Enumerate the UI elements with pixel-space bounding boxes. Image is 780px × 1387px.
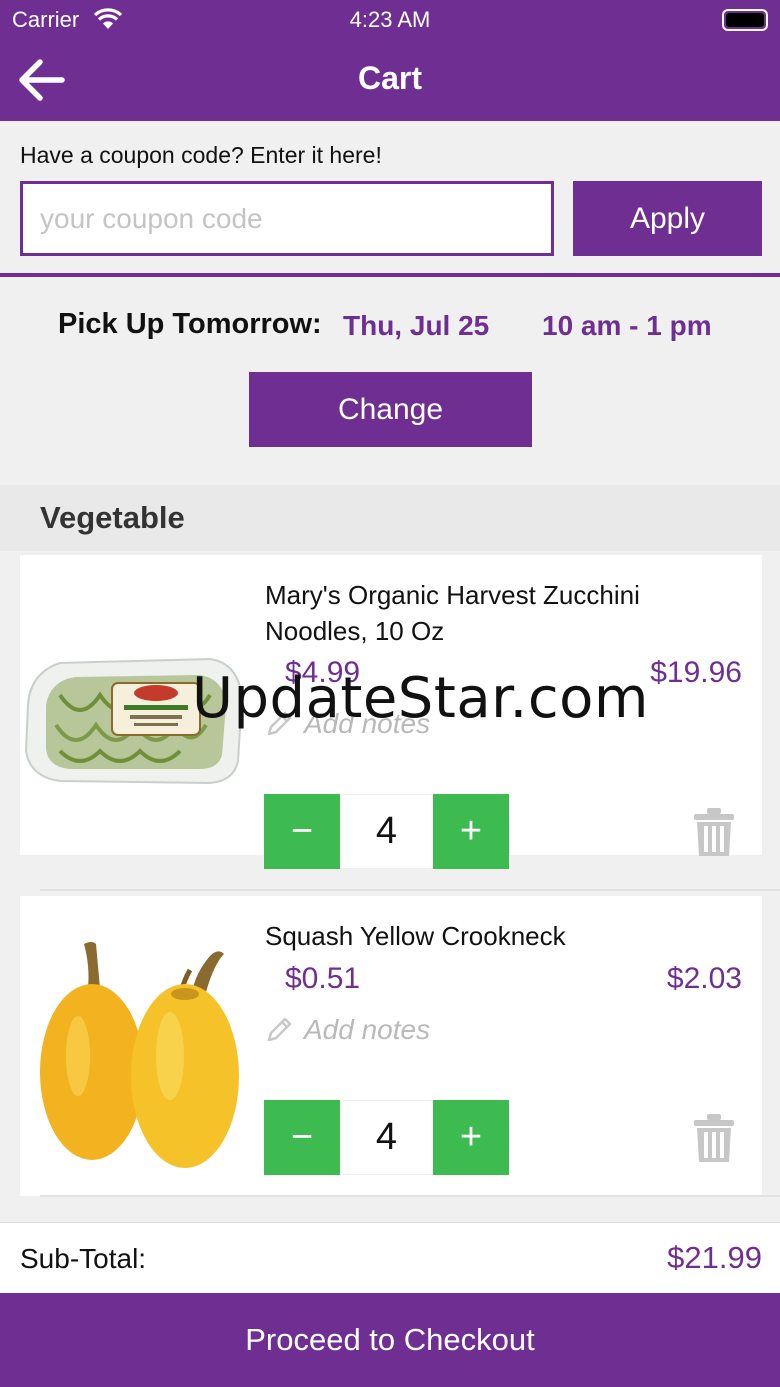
- page-title: Cart: [357, 60, 422, 96]
- unit-price: $0.51: [285, 962, 361, 995]
- coupon-label: Have a coupon code? Enter it here!: [20, 142, 382, 168]
- pickup-time: 10 am - 1 pm: [542, 310, 712, 341]
- clock: 4:23 AM: [349, 7, 431, 32]
- item-divider: [40, 1195, 780, 1197]
- decrease-quantity-button[interactable]: −: [264, 1100, 340, 1175]
- watermark: UpdateStar.com: [192, 666, 649, 731]
- line-total: $2.03: [666, 962, 742, 995]
- coupon-field[interactable]: [20, 181, 554, 256]
- add-notes-label: Add notes: [304, 1014, 431, 1045]
- pencil-icon: [267, 1017, 292, 1042]
- item-name: Mary's Organic Harvest Zucchini Noodles,…: [265, 580, 640, 646]
- status-bar: Carrier 4:23 AM: [0, 0, 780, 40]
- pickup-label: Pick Up Tomorrow:: [58, 308, 322, 340]
- increase-quantity-button[interactable]: +: [433, 1100, 509, 1175]
- nav-bar: Cart: [0, 40, 780, 121]
- proceed-to-checkout-button[interactable]: Proceed to Checkout: [0, 1293, 780, 1387]
- line-total: $19.96: [650, 656, 742, 689]
- change-pickup-button[interactable]: Change: [249, 372, 532, 447]
- item-divider: [40, 889, 780, 891]
- trash-icon[interactable]: [692, 1112, 736, 1164]
- trash-icon[interactable]: [692, 806, 736, 858]
- battery-icon: [722, 9, 768, 31]
- cart-item: Squash Yellow Crookneck $0.51 $2.03 Add …: [20, 896, 762, 1196]
- pickup-row: Pick Up Tomorrow: Thu, Jul 25 10 am - 1 …: [0, 308, 780, 348]
- item-name: Squash Yellow Crookneck: [265, 921, 566, 951]
- quantity-stepper: − 4 +: [264, 1100, 509, 1175]
- coupon-divider: [0, 273, 780, 277]
- quantity-value[interactable]: 4: [340, 794, 433, 869]
- quantity-value[interactable]: 4: [340, 1100, 433, 1175]
- coupon-input[interactable]: [23, 184, 551, 253]
- subtotal-value: $21.99: [667, 1240, 762, 1275]
- category-title: Vegetable: [40, 500, 185, 535]
- category-header: Vegetable: [0, 485, 780, 551]
- quantity-stepper: − 4 +: [264, 794, 509, 869]
- pickup-date: Thu, Jul 25: [343, 310, 490, 341]
- subtotal-label: Sub-Total:: [20, 1243, 147, 1274]
- increase-quantity-button[interactable]: +: [433, 794, 509, 869]
- add-notes-field[interactable]: Add notes: [264, 1014, 430, 1046]
- apply-button[interactable]: Apply: [573, 181, 762, 256]
- yellow-squash-image: [40, 942, 239, 1168]
- subtotal-bar: Sub-Total: $21.99: [0, 1222, 780, 1293]
- decrease-quantity-button[interactable]: −: [264, 794, 340, 869]
